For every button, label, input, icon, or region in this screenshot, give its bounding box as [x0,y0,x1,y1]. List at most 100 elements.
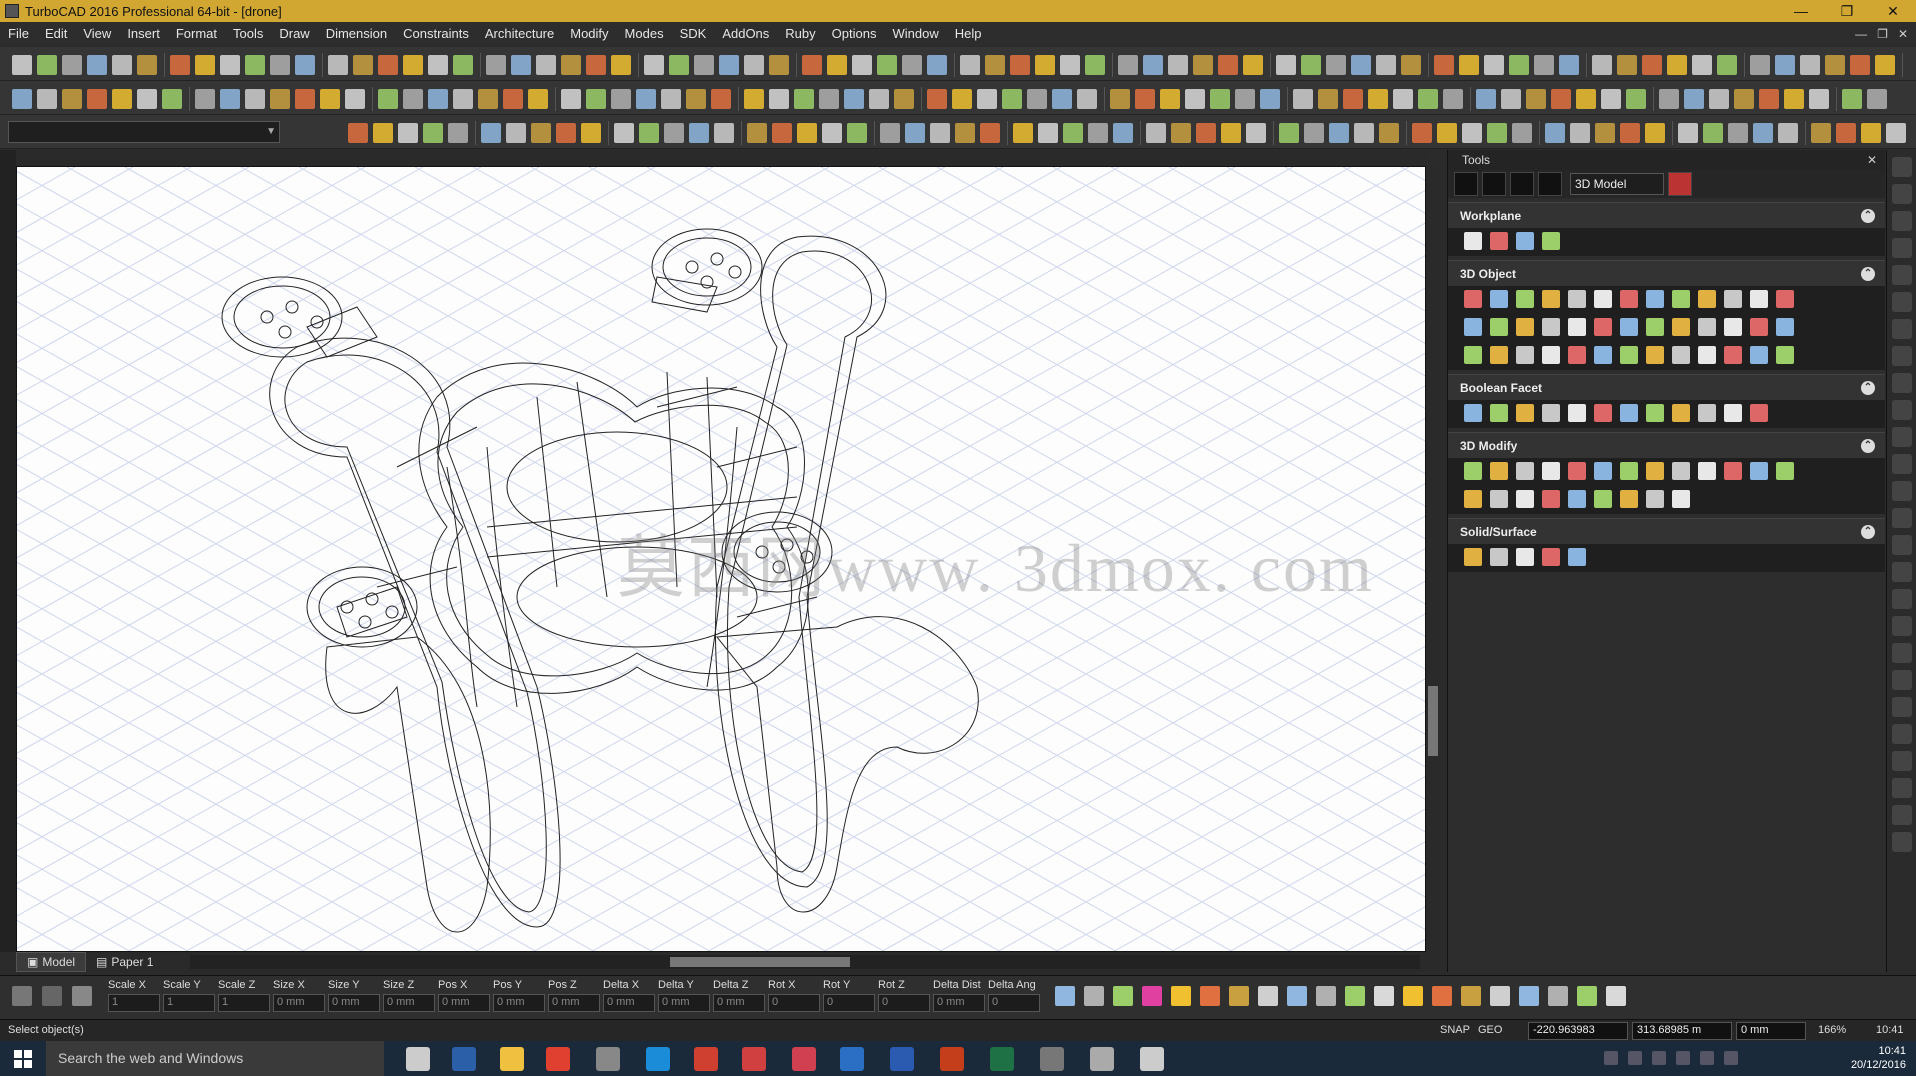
toolbar-tool-icon[interactable] [1601,89,1621,109]
tool-icon[interactable] [1646,318,1664,336]
layer-dropdown[interactable]: ▼ [8,121,280,143]
snap-mode-icon[interactable] [1229,986,1249,1006]
toolbar-tool-icon[interactable] [1060,55,1080,75]
inspector-field[interactable]: 1 [218,994,270,1012]
taskbar-app-icon[interactable] [1140,1047,1164,1071]
toolbar-tool-icon[interactable] [1617,55,1637,75]
tool-icon[interactable] [1620,490,1638,508]
snap-mode-icon[interactable] [1287,986,1307,1006]
toolbar-tool-icon[interactable] [270,89,290,109]
toolbar-tool-icon[interactable] [1484,55,1504,75]
tool-icon[interactable] [1750,404,1768,422]
taskbar-search-box[interactable]: Search the web and Windows [46,1041,384,1076]
toolbar-tool-icon[interactable] [869,89,889,109]
toolbar-tool-icon[interactable] [1734,89,1754,109]
toolbar-tool-icon[interactable] [37,55,57,75]
menu-options[interactable]: Options [824,22,885,46]
toolbar-tool-icon[interactable] [1443,89,1463,109]
toolbar-tool-icon[interactable] [1135,89,1155,109]
toolbar-tool-icon[interactable] [345,89,365,109]
tool-icon[interactable] [1776,346,1794,364]
section-header[interactable]: Boolean Facet ⌃ [1448,374,1885,400]
side-tool-icon[interactable] [1892,346,1912,366]
taskbar-app-icon[interactable] [890,1047,914,1071]
mdi-close-button[interactable]: ✕ [1898,27,1908,41]
toolbar-tool-icon[interactable] [1376,55,1396,75]
toolbar-tool-icon[interactable] [1842,89,1862,109]
tool-icon[interactable] [1568,346,1586,364]
toolbar-tool-icon[interactable] [556,123,576,143]
toolbar-tool-icon[interactable] [1434,55,1454,75]
toolbar-tool-icon[interactable] [1861,123,1881,143]
side-tool-icon[interactable] [1892,508,1912,528]
toolbar-tool-icon[interactable] [170,55,190,75]
tool-icon[interactable] [1594,404,1612,422]
toolbar-tool-icon[interactable] [1684,89,1704,109]
inspector-field[interactable]: 0 [768,994,820,1012]
tool-icon[interactable] [1568,404,1586,422]
toolbar-tool-icon[interactable] [661,89,681,109]
side-tool-icon[interactable] [1892,265,1912,285]
toolbar-tool-icon[interactable] [747,123,767,143]
toolbar-tool-icon[interactable] [506,123,526,143]
taskbar-app-icon[interactable] [792,1047,816,1071]
toolbar-tool-icon[interactable] [486,55,506,75]
toolbar-tool-icon[interactable] [1368,89,1388,109]
toolbar-tool-icon[interactable] [536,55,556,75]
inspector-field[interactable]: 0 mm [548,994,600,1012]
toolbar-tool-icon[interactable] [1329,123,1349,143]
taskbar-app-icon[interactable] [990,1047,1014,1071]
toolbar-tool-icon[interactable] [1487,123,1507,143]
toolbar-tool-icon[interactable] [1759,89,1779,109]
tool-icon[interactable] [1672,490,1690,508]
view-tool-button[interactable] [1482,172,1506,196]
taskbar-app-icon[interactable] [646,1047,670,1071]
menu-window[interactable]: Window [884,22,946,46]
tool-icon[interactable] [1542,346,1560,364]
tool-icon[interactable] [1620,290,1638,308]
tool-icon[interactable] [1594,346,1612,364]
tool-icon[interactable] [1698,346,1716,364]
tool-icon[interactable] [1776,462,1794,480]
render-tool-button[interactable] [1510,172,1534,196]
side-tool-icon[interactable] [1892,481,1912,501]
menu-draw[interactable]: Draw [271,22,317,46]
menu-insert[interactable]: Insert [119,22,168,46]
tool-icon[interactable] [1724,404,1742,422]
snap-mode-icon[interactable] [1374,986,1394,1006]
toolbar-tool-icon[interactable] [744,55,764,75]
toolbar-tool-icon[interactable] [1692,55,1712,75]
toolbar-tool-icon[interactable] [1401,55,1421,75]
tool-icon[interactable] [1464,346,1482,364]
taskbar-app-icon[interactable] [546,1047,570,1071]
toolbar-tool-icon[interactable] [1379,123,1399,143]
toolbar-tool-icon[interactable] [1836,123,1856,143]
inspector-field[interactable]: 1 [163,994,215,1012]
toolbar-tool-icon[interactable] [1811,123,1831,143]
menu-dimension[interactable]: Dimension [318,22,395,46]
tool-icon[interactable] [1594,490,1612,508]
tool-icon[interactable] [1542,490,1560,508]
tool-icon[interactable] [1646,404,1664,422]
toolbar-tool-icon[interactable] [1526,89,1546,109]
toolbar-tool-icon[interactable] [353,55,373,75]
menu-edit[interactable]: Edit [37,22,75,46]
toolbar-tool-icon[interactable] [137,89,157,109]
tool-icon[interactable] [1620,404,1638,422]
toolbar-tool-icon[interactable] [1218,55,1238,75]
toolbar-tool-icon[interactable] [1235,89,1255,109]
toolbar-tool-icon[interactable] [819,89,839,109]
toolbar-tool-icon[interactable] [694,55,714,75]
taskbar-app-icon[interactable] [406,1047,430,1071]
palette-options-button[interactable] [1668,172,1692,196]
toolbar-tool-icon[interactable] [1850,55,1870,75]
toolbar-tool-icon[interactable] [797,123,817,143]
toolbar-tool-icon[interactable] [112,55,132,75]
toolbar-tool-icon[interactable] [1260,89,1280,109]
section-header[interactable]: 3D Object ⌃ [1448,260,1885,286]
toolbar-tool-icon[interactable] [1678,123,1698,143]
toolbar-tool-icon[interactable] [378,89,398,109]
snap-mode-icon[interactable] [1432,986,1452,1006]
drawing-viewport[interactable]: 莫西网www. 3dmox. com [16,166,1426,952]
toolbar-tool-icon[interactable] [1221,123,1241,143]
